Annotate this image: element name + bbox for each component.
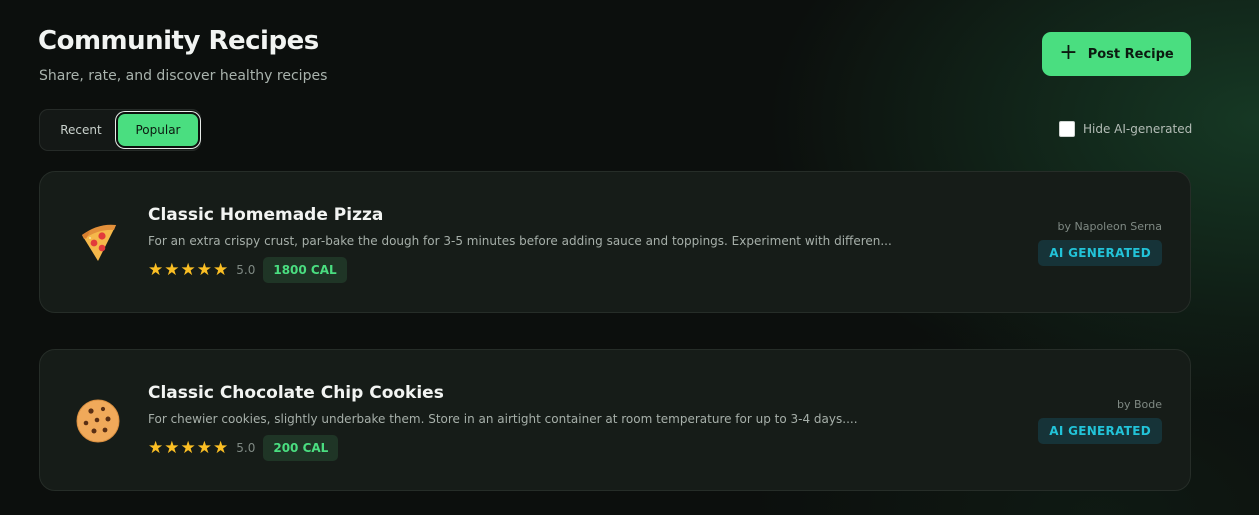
tab-recent[interactable]: Recent	[46, 114, 116, 146]
star-rating: ★ ★ ★ ★ ★	[148, 259, 229, 280]
recipe-card[interactable]: Classic Homemade Pizza For an extra cris…	[39, 171, 1191, 313]
star-icon: ★	[196, 259, 212, 280]
cookie-icon	[76, 399, 120, 443]
tab-popular[interactable]: Popular	[118, 114, 198, 146]
star-icon: ★	[148, 259, 164, 280]
recipe-title[interactable]: Classic Homemade Pizza	[148, 205, 383, 225]
calories-badge: 1800 CAL	[263, 257, 347, 283]
page-title: Community Recipes	[38, 26, 319, 56]
star-icon: ★	[180, 437, 196, 458]
recipe-description: For chewier cookies, slightly underbake …	[148, 412, 858, 426]
rating-row: ★ ★ ★ ★ ★ 5.0 200 CAL	[148, 435, 339, 461]
star-icon: ★	[180, 259, 196, 280]
star-icon: ★	[164, 437, 180, 458]
star-icon: ★	[196, 437, 212, 458]
star-rating: ★ ★ ★ ★ ★	[148, 437, 229, 458]
page-subtitle: Share, rate, and discover healthy recipe…	[39, 68, 328, 84]
post-recipe-button[interactable]: + Post Recipe	[1042, 32, 1191, 76]
star-icon: ★	[213, 259, 229, 280]
rating-row: ★ ★ ★ ★ ★ 5.0 1800 CAL	[148, 257, 347, 283]
post-recipe-label: Post Recipe	[1087, 46, 1174, 62]
star-icon: ★	[213, 437, 229, 458]
hide-ai-toggle[interactable]: Hide AI-generated	[1059, 121, 1192, 137]
star-icon: ★	[164, 259, 180, 280]
pizza-icon	[82, 224, 116, 261]
calories-badge: 200 CAL	[263, 435, 339, 461]
ai-generated-badge: AI GENERATED	[1038, 418, 1162, 444]
star-icon: ★	[148, 437, 164, 458]
hide-ai-label: Hide AI-generated	[1083, 122, 1193, 136]
rating-value: 5.0	[236, 263, 256, 277]
ai-generated-badge: AI GENERATED	[1038, 240, 1162, 266]
recipe-description: For an extra crispy crust, par-bake the …	[148, 234, 892, 248]
recipe-author: by Napoleon Serna	[1057, 220, 1162, 233]
hide-ai-checkbox[interactable]	[1059, 121, 1075, 137]
plus-icon: +	[1059, 40, 1078, 65]
rating-value: 5.0	[236, 441, 256, 455]
recipe-title[interactable]: Classic Chocolate Chip Cookies	[148, 383, 444, 403]
sort-tabs: Recent Popular	[39, 109, 201, 151]
recipe-author: by Bode	[1116, 398, 1162, 411]
recipe-card[interactable]: Classic Chocolate Chip Cookies For chewi…	[39, 349, 1191, 491]
